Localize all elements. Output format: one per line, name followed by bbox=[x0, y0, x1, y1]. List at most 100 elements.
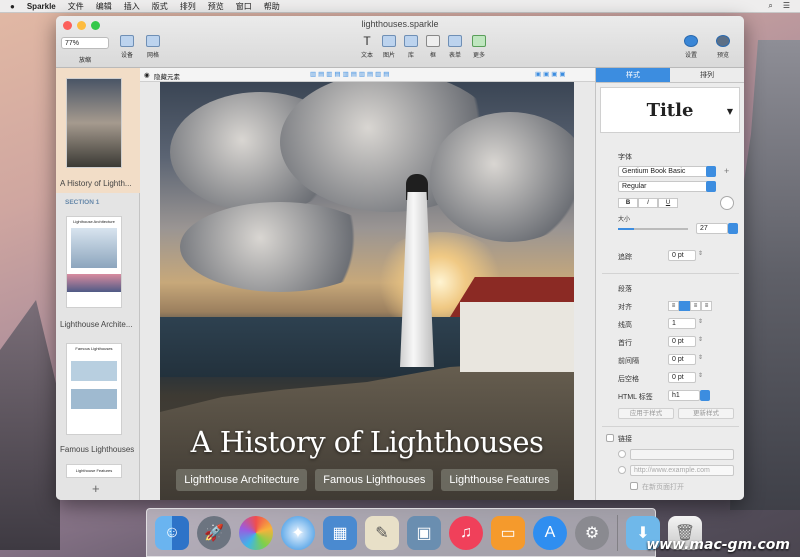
align-tools-icon[interactable]: ▥▤▥▤▥▤▥▤▥▤ bbox=[310, 70, 391, 78]
lighthouse-tower bbox=[400, 192, 434, 367]
page-label-1[interactable]: A History of Lighth... bbox=[60, 179, 132, 188]
font-family-stepper-icon[interactable] bbox=[706, 166, 716, 177]
menu-app-name[interactable]: Sparkle bbox=[27, 2, 56, 11]
html-tag-stepper-icon[interactable] bbox=[700, 390, 710, 401]
space-before-field[interactable]: 0 pt bbox=[668, 354, 696, 365]
page-label-2[interactable]: Lighthouse Archite... bbox=[60, 320, 133, 329]
page-thumb-4[interactable]: Lighthouse Features bbox=[66, 464, 122, 478]
indent-field[interactable]: 0 pt bbox=[668, 336, 696, 347]
hide-elements-label[interactable]: 隐藏元素 bbox=[154, 71, 180, 81]
box-icon bbox=[426, 35, 440, 47]
menu-layout[interactable]: 版式 bbox=[152, 1, 168, 12]
space-before-stepper-icon[interactable]: ⇕ bbox=[698, 354, 703, 361]
search-icon[interactable]: ⌕ bbox=[768, 1, 772, 11]
line-height-stepper-icon[interactable]: ⇕ bbox=[698, 318, 703, 325]
tracking-field[interactable]: 0 pt bbox=[668, 250, 696, 261]
bold-button[interactable]: B bbox=[618, 198, 638, 208]
update-style-button[interactable]: 更新样式 bbox=[678, 408, 734, 419]
menu-file[interactable]: 文件 bbox=[68, 1, 84, 12]
size-slider[interactable] bbox=[618, 228, 688, 230]
indent-stepper-icon[interactable]: ⇕ bbox=[698, 336, 703, 343]
grid-button[interactable]: 网格 bbox=[140, 35, 166, 59]
url-field[interactable]: http://www.example.com bbox=[630, 465, 734, 476]
new-window-checkbox[interactable] bbox=[630, 482, 638, 490]
page-label-3[interactable]: Famous Lighthouses bbox=[60, 445, 134, 454]
settings-button[interactable]: 设置 bbox=[678, 35, 704, 59]
size-field[interactable]: 27 bbox=[696, 223, 728, 234]
page-thumb-1[interactable] bbox=[66, 78, 122, 168]
nav-button-famous[interactable]: Famous Lighthouses bbox=[315, 469, 434, 491]
library-icon bbox=[404, 35, 418, 47]
add-font-icon[interactable]: + bbox=[724, 166, 729, 176]
apply-style-button[interactable]: 应用于样式 bbox=[618, 408, 674, 419]
link-checkbox[interactable] bbox=[606, 434, 614, 442]
html-tag-select[interactable]: h1 bbox=[668, 390, 700, 401]
space-after-field[interactable]: 0 pt bbox=[668, 372, 696, 383]
link-page-select[interactable] bbox=[630, 449, 734, 460]
page-title[interactable]: A History of Lighthouses bbox=[160, 425, 574, 459]
sparkle-icon[interactable]: ▣ bbox=[407, 515, 441, 550]
element-toolbar: ◉ 隐藏元素 ▥▤▥▤▥▤▥▤▥▤ ▣▣▣▣ bbox=[140, 68, 595, 82]
color-well[interactable] bbox=[720, 196, 734, 210]
underline-button[interactable]: U bbox=[658, 198, 678, 208]
list-icon[interactable]: ☰ bbox=[783, 1, 790, 11]
preview-button[interactable]: 预览 bbox=[710, 35, 736, 59]
line-height-field[interactable]: 1 bbox=[668, 318, 696, 329]
size-stepper-icon[interactable] bbox=[728, 223, 738, 234]
nav-button-architecture[interactable]: Lighthouse Architecture bbox=[176, 469, 308, 491]
align-center-button[interactable] bbox=[679, 301, 690, 311]
space-after-stepper-icon[interactable]: ⇕ bbox=[698, 372, 703, 379]
menu-bar: ● Sparkle 文件 编辑 插入 版式 排列 预览 窗口 帮助 ⌕ ☰ bbox=[0, 0, 800, 13]
add-page-icon[interactable]: + bbox=[92, 481, 100, 496]
menu-edit[interactable]: 编辑 bbox=[96, 1, 112, 12]
preview-icon[interactable]: ▦ bbox=[323, 515, 357, 550]
window-title: lighthouses.sparkle bbox=[361, 19, 439, 29]
more-button[interactable]: 更多 bbox=[466, 35, 492, 59]
size-label: 大小 bbox=[618, 217, 631, 223]
font-style-stepper-icon[interactable] bbox=[706, 181, 716, 192]
menu-help[interactable]: 帮助 bbox=[264, 1, 280, 12]
appstore-icon[interactable]: A bbox=[533, 515, 567, 550]
font-style-select[interactable]: Regular bbox=[618, 181, 716, 192]
apple-icon[interactable]: ● bbox=[10, 2, 15, 11]
eye-icon[interactable]: ◉ bbox=[144, 71, 150, 79]
tab-style[interactable]: 样式 bbox=[596, 68, 670, 83]
zoom-select[interactable]: 77% bbox=[61, 37, 109, 49]
menu-insert[interactable]: 插入 bbox=[124, 1, 140, 12]
align-left-button[interactable]: ≡ bbox=[668, 301, 679, 311]
link-label: 链接 bbox=[618, 436, 632, 443]
device-button[interactable]: 设备 bbox=[114, 35, 140, 59]
zoom-label: 放缩 bbox=[78, 58, 91, 64]
menu-preview[interactable]: 预览 bbox=[208, 1, 224, 12]
italic-button[interactable]: I bbox=[638, 198, 658, 208]
music-icon[interactable]: ♫ bbox=[449, 515, 483, 550]
link-radio-page[interactable] bbox=[618, 450, 626, 458]
align-justify-button[interactable]: ≡ bbox=[701, 301, 712, 311]
style-preview[interactable]: Title ▼ bbox=[600, 87, 740, 133]
menu-arrange[interactable]: 排列 bbox=[180, 1, 196, 12]
script-icon[interactable]: ✎ bbox=[365, 515, 399, 550]
launchpad-icon[interactable]: 🚀 bbox=[197, 515, 231, 550]
photos-icon[interactable] bbox=[239, 515, 273, 550]
settings-icon[interactable]: ⚙ bbox=[575, 515, 609, 550]
new-window-label: 在新页面打开 bbox=[642, 484, 684, 491]
page-thumb-2[interactable]: Lighthouse Architecture bbox=[66, 216, 122, 308]
link-radio-url[interactable] bbox=[618, 466, 626, 474]
tab-arrange[interactable]: 排列 bbox=[670, 68, 744, 83]
preview-icon bbox=[716, 35, 730, 47]
tracking-stepper-icon[interactable]: ⇕ bbox=[698, 250, 703, 257]
nav-button-features[interactable]: Lighthouse Features bbox=[441, 469, 558, 491]
form-button[interactable]: 表单 bbox=[442, 35, 468, 59]
menu-window[interactable]: 窗口 bbox=[236, 1, 252, 12]
font-family-select[interactable]: Gentium Book Basic bbox=[618, 166, 716, 177]
align-right-button[interactable]: ≡ bbox=[690, 301, 701, 311]
arrange-tools-icon[interactable]: ▣▣▣▣ bbox=[535, 70, 568, 78]
books-icon[interactable]: ▭ bbox=[491, 515, 525, 550]
chevron-down-icon[interactable]: ▼ bbox=[727, 88, 733, 134]
image-icon bbox=[382, 35, 396, 47]
finder-icon[interactable]: ☺ bbox=[155, 515, 189, 550]
grid-icon bbox=[146, 35, 160, 47]
page-thumb-3[interactable]: Famous Lighthouses bbox=[66, 343, 122, 435]
safari-icon[interactable]: ✦ bbox=[281, 515, 315, 550]
page-hero[interactable]: A History of Lighthouses Lighthouse Arch… bbox=[160, 82, 574, 500]
